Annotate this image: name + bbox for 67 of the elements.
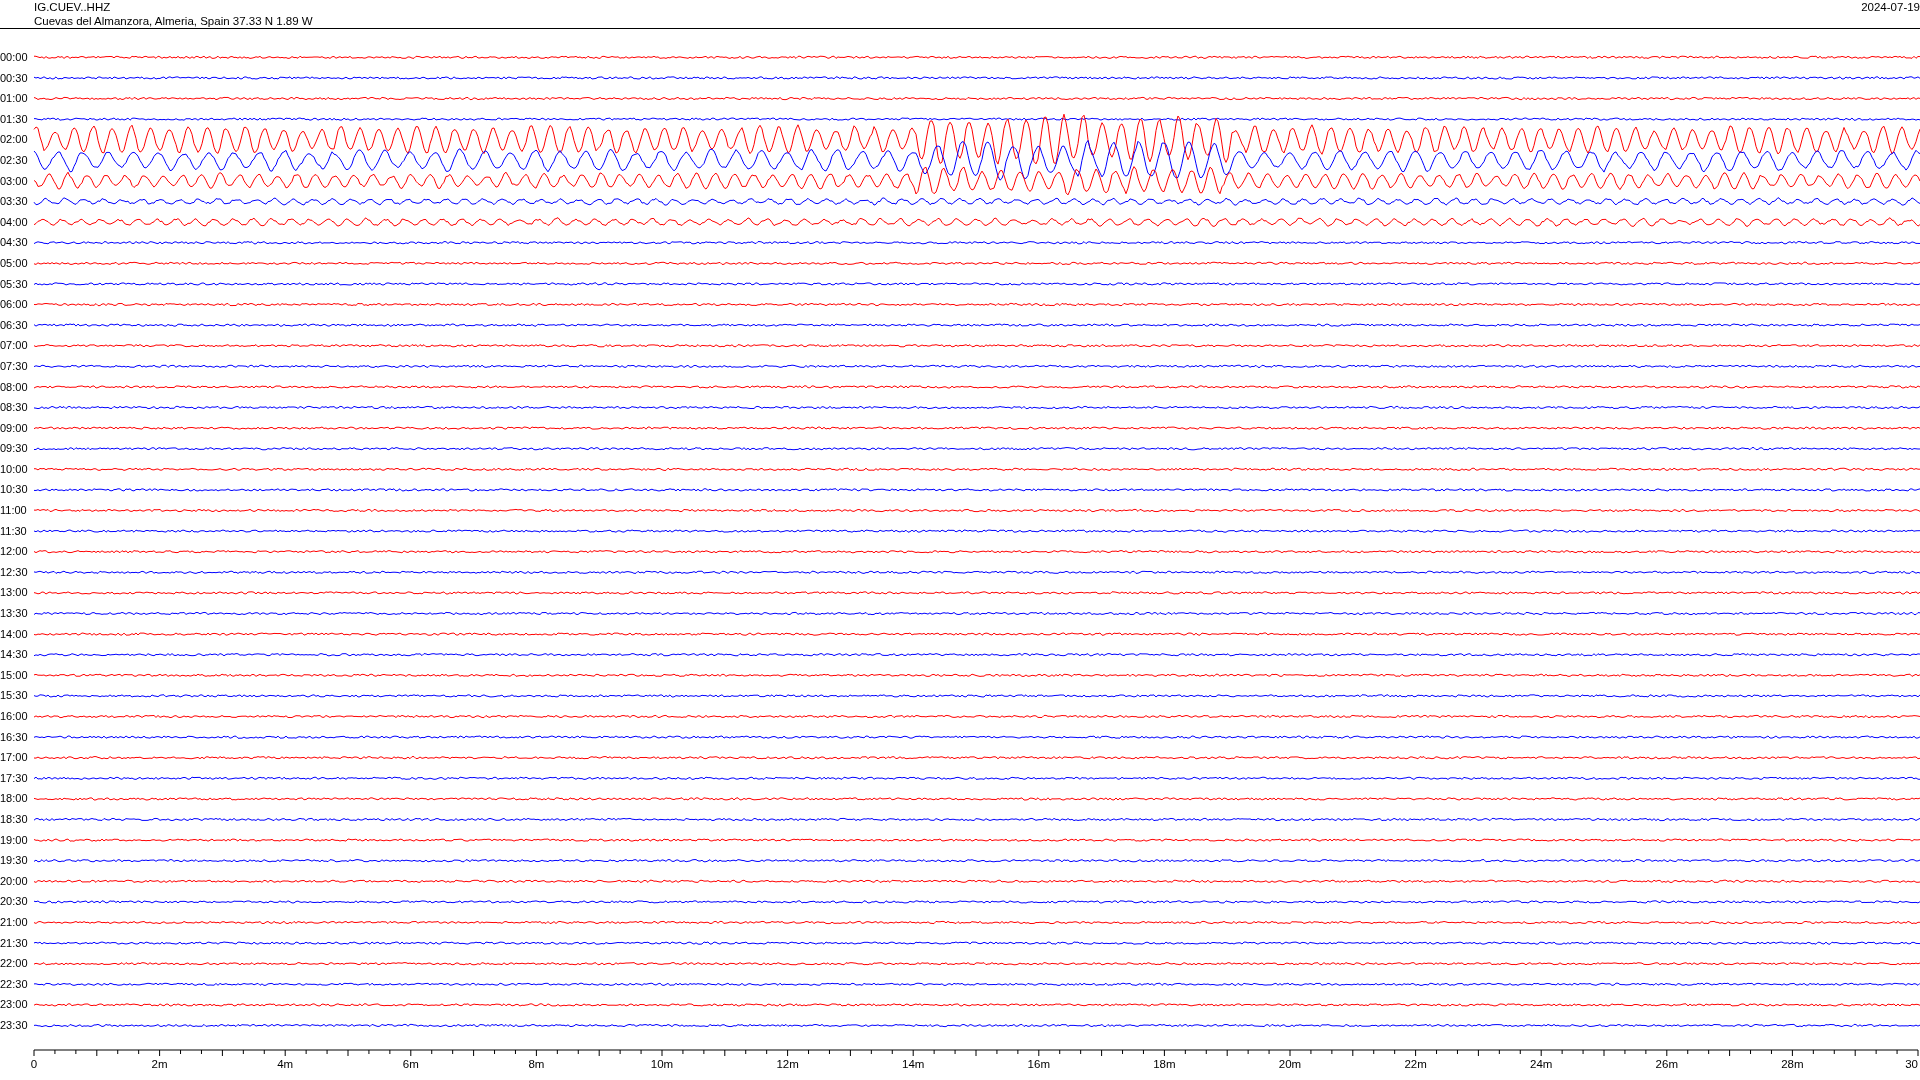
- time-label: 23:00: [0, 997, 29, 1013]
- time-label: 10:00: [0, 461, 29, 477]
- time-label: 14:00: [0, 626, 29, 642]
- time-label: 06:00: [0, 297, 29, 313]
- time-label: 08:00: [0, 379, 29, 395]
- time-label: 11:30: [0, 523, 28, 539]
- axis-label: 6m: [402, 1057, 419, 1070]
- time-label: 18:00: [0, 791, 29, 807]
- time-label: 22:30: [0, 976, 29, 992]
- time-label: 17:30: [0, 770, 29, 786]
- time-label: 11:00: [0, 503, 28, 519]
- axis-label: 12m: [776, 1057, 799, 1070]
- time-label: 21:30: [0, 935, 29, 951]
- time-label: 01:30: [0, 111, 29, 127]
- axis-label: 22m: [1404, 1057, 1427, 1070]
- time-label: 23:30: [0, 1017, 29, 1033]
- time-label: 04:30: [0, 235, 29, 251]
- time-label: 16:00: [0, 709, 29, 724]
- time-label: 02:30: [0, 152, 29, 168]
- time-label: 07:30: [0, 358, 29, 374]
- time-label: 00:00: [0, 50, 29, 65]
- time-label: 19:00: [0, 832, 29, 848]
- time-label: 05:00: [0, 255, 29, 271]
- time-label: 06:30: [0, 317, 29, 333]
- time-label: 04:00: [0, 214, 29, 230]
- station-location: Cuevas del Almanzora, Almeria, Spain 37.33 N 1.89 W: [34, 14, 313, 28]
- time-label: 05:30: [0, 276, 29, 292]
- time-label: 01:00: [0, 91, 29, 107]
- axis-label: 2m: [151, 1057, 168, 1070]
- axis-label: 16m: [1027, 1057, 1050, 1070]
- time-label: 22:00: [0, 956, 29, 972]
- time-label: 03:30: [0, 194, 29, 210]
- station-code: IG.CUEV..HHZ: [34, 0, 112, 14]
- time-label: 19:30: [0, 853, 29, 869]
- axis-label: 20m: [1278, 1057, 1302, 1070]
- axis-label: 4m: [277, 1057, 294, 1070]
- time-label: 12:30: [0, 564, 29, 580]
- axis-label: 0: [30, 1057, 38, 1070]
- axis-label: 18m: [1153, 1057, 1176, 1070]
- time-label: 18:30: [0, 811, 29, 827]
- time-label: 09:30: [0, 441, 29, 457]
- time-label: 20:00: [0, 873, 29, 889]
- time-label: 09:00: [0, 420, 29, 436]
- time-label: 13:30: [0, 606, 29, 622]
- axis-label: 10m: [650, 1057, 674, 1070]
- time-label: 12:00: [0, 544, 29, 560]
- time-label: 14:30: [0, 647, 29, 663]
- time-label: 08:30: [0, 400, 29, 416]
- time-label: 10:30: [0, 482, 29, 498]
- time-label: 21:00: [0, 914, 29, 930]
- plot-date: 2024-07-19: [1861, 0, 1920, 15]
- axis-label: 24m: [1530, 1057, 1553, 1070]
- time-label: 03:00: [0, 173, 29, 189]
- time-label: 00:30: [0, 70, 29, 86]
- time-label: 17:00: [0, 750, 29, 766]
- axis-label: 14m: [902, 1057, 925, 1070]
- axis-label: 28m: [1781, 1057, 1804, 1070]
- axis-label: 8m: [528, 1057, 545, 1070]
- time-label: 15:00: [0, 667, 29, 683]
- time-label: 16:30: [0, 729, 29, 745]
- time-label: 20:30: [0, 894, 29, 910]
- axis-label: 26m: [1655, 1057, 1678, 1070]
- time-label: 15:30: [0, 688, 29, 704]
- axis-label: 30: [1905, 1057, 1918, 1070]
- time-label: 02:00: [0, 132, 29, 148]
- time-label: 07:00: [0, 338, 29, 354]
- time-label: 13:00: [0, 585, 29, 601]
